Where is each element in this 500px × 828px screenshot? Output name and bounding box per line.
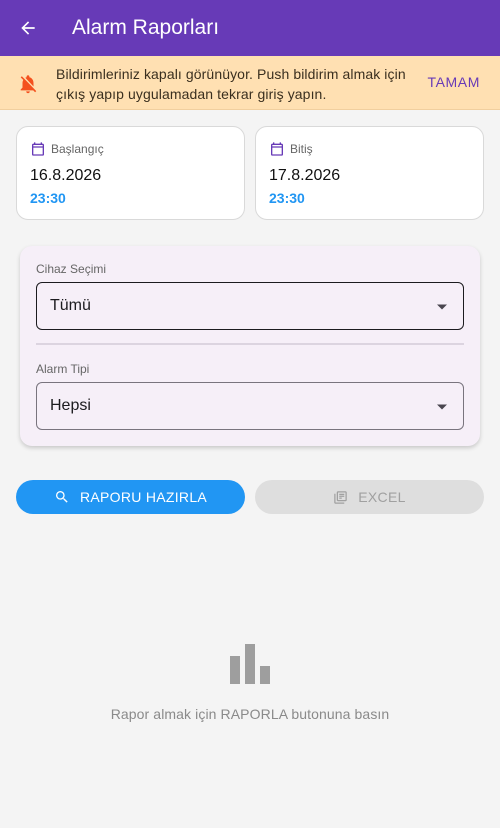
arrow-back-icon — [21, 21, 35, 35]
end-date-card[interactable]: Bitiş 17.8.2026 23:30 — [255, 126, 484, 220]
excel-export-button[interactable]: EXCEL — [255, 480, 484, 514]
app-bar: Alarm Raporları — [0, 0, 500, 56]
start-time-value: 23:30 — [30, 190, 66, 206]
bar-chart-icon — [230, 644, 270, 684]
calendar-icon — [32, 142, 44, 156]
alarm-type-value: Hepsi — [50, 397, 91, 414]
end-date-value: 17.8.2026 — [269, 167, 341, 184]
device-select-value: Tümü — [50, 297, 91, 314]
device-select[interactable]: Tümü — [36, 282, 464, 330]
dropdown-arrow-icon — [437, 304, 447, 310]
dropdown-arrow-icon — [437, 404, 447, 410]
start-date-value: 16.8.2026 — [30, 167, 102, 184]
banner-ok-button[interactable]: TAMAM — [427, 74, 480, 90]
notifications-off-icon — [20, 75, 37, 94]
prepare-report-button[interactable]: RAPORU HAZIRLA — [16, 480, 245, 514]
end-date-label: Bitiş — [290, 142, 313, 156]
prepare-report-label: RAPORU HAZIRLA — [79, 489, 208, 505]
excel-export-label: EXCEL — [358, 489, 406, 505]
banner-message: Bildirimleriniz kapalı görünüyor. Push b… — [56, 66, 406, 102]
notification-banner: Bildirimleriniz kapalı görünüyor. Push b… — [0, 56, 500, 110]
empty-state-message: Rapor almak için RAPORLA butonuna basın — [110, 706, 390, 722]
page-title: Alarm Raporları — [72, 16, 220, 39]
alarm-type-label: Alarm Tipi — [36, 362, 90, 376]
device-select-label: Cihaz Seçimi — [36, 262, 107, 276]
filter-card: Cihaz Seçimi Tümü Alarm Tipi Hepsi — [20, 246, 480, 446]
start-date-label: Başlangıç — [51, 142, 104, 156]
alarm-type-select[interactable]: Hepsi — [36, 382, 464, 430]
table-icon — [334, 490, 348, 504]
search-icon — [55, 491, 68, 503]
back-button[interactable] — [16, 16, 40, 40]
start-date-card[interactable]: Başlangıç 16.8.2026 23:30 — [16, 126, 245, 220]
calendar-icon — [271, 142, 283, 156]
filter-divider — [36, 343, 464, 345]
end-time-value: 23:30 — [269, 190, 305, 206]
